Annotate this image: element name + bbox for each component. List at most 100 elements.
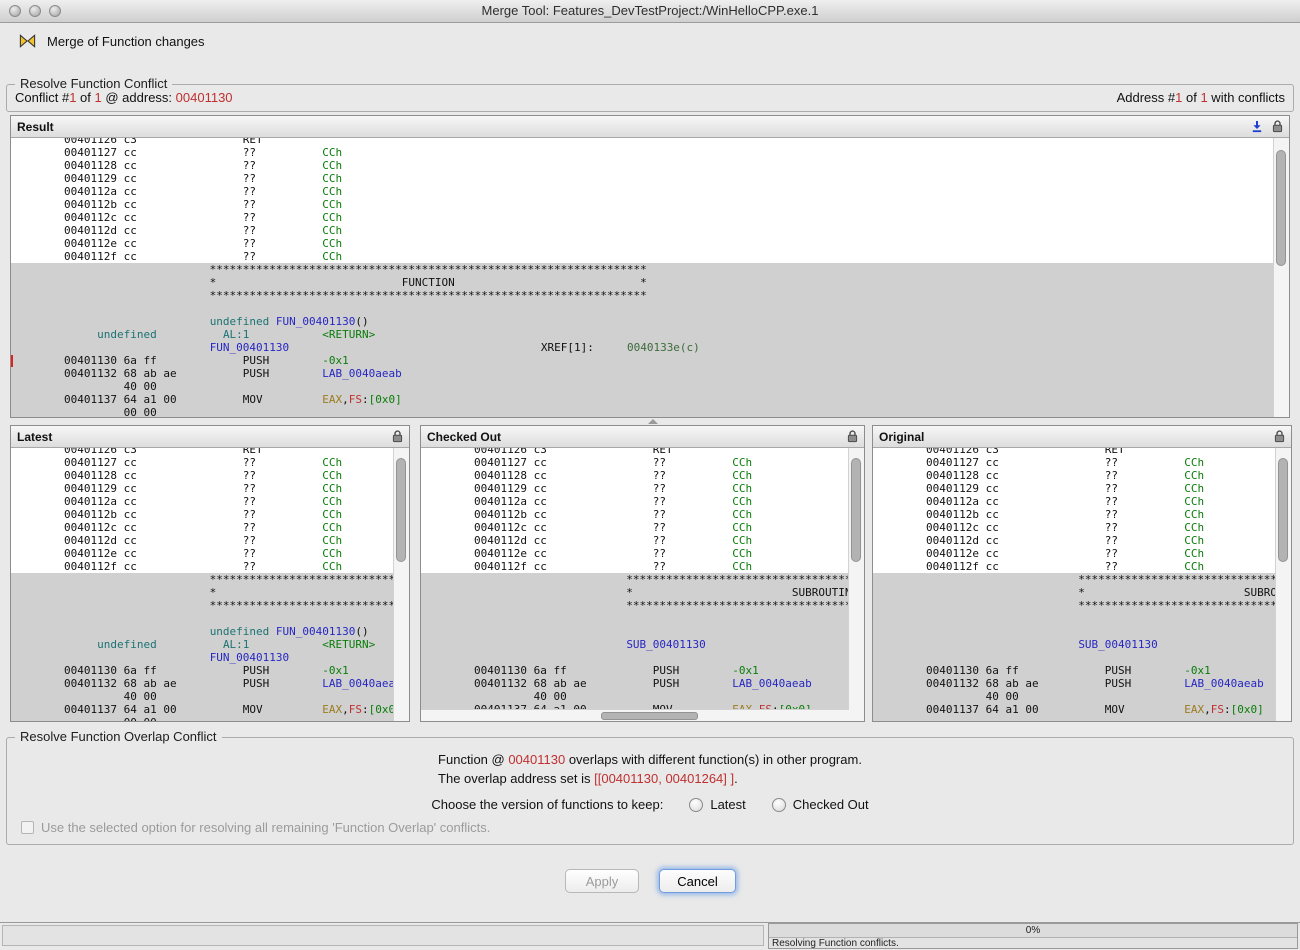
- listing-row[interactable]: ****************************************…: [11, 573, 409, 586]
- listing-row[interactable]: 00401128 cc ?? CCh: [11, 159, 1289, 172]
- listing-row[interactable]: 0040112d cc ?? CCh: [421, 534, 864, 547]
- listing-row[interactable]: 00401127 cc ?? CCh: [873, 456, 1291, 469]
- listing-row[interactable]: 0040112b cc ?? CCh: [11, 198, 1289, 211]
- listing-row[interactable]: 00401128 cc ?? CCh: [421, 469, 864, 482]
- listing-row[interactable]: undefined FUN_00401130(): [11, 315, 1289, 328]
- listing-row[interactable]: 40 00: [11, 380, 1289, 393]
- listing-row[interactable]: 0040112f cc ?? CCh: [11, 560, 409, 573]
- listing-row[interactable]: * FUNCTION *: [11, 586, 409, 599]
- listing-row[interactable]: [421, 625, 864, 638]
- listing-row[interactable]: 0040112e cc ?? CCh: [11, 547, 409, 560]
- listing-row[interactable]: 00401137 64 a1 00 MOV EAX,FS:[0x0]: [873, 703, 1291, 716]
- apply-to-result-icon[interactable]: [1251, 120, 1263, 133]
- horizontal-scrollbar[interactable]: [421, 709, 849, 721]
- listing-row[interactable]: undefined FUN_00401130(): [11, 625, 409, 638]
- listing-row[interactable]: ****************************************…: [873, 599, 1291, 612]
- listing-row[interactable]: 0040112f cc ?? CCh: [11, 250, 1289, 263]
- apply-button[interactable]: Apply: [565, 869, 639, 893]
- listing-row[interactable]: 0040112e cc ?? CCh: [421, 547, 864, 560]
- lock-icon[interactable]: [847, 430, 858, 443]
- listing-row[interactable]: 0040112b cc ?? CCh: [421, 508, 864, 521]
- vertical-scrollbar[interactable]: [1275, 448, 1291, 721]
- listing-row[interactable]: ****************************************…: [873, 573, 1291, 586]
- listing-row[interactable]: 0040112d cc ?? CCh: [11, 534, 409, 547]
- listing-row[interactable]: [11, 302, 1289, 315]
- listing-row[interactable]: 00401126 c3 RET: [421, 448, 864, 456]
- listing-row[interactable]: 00 00: [11, 716, 409, 721]
- listing-row[interactable]: 0040112c cc ?? CCh: [421, 521, 864, 534]
- cancel-button[interactable]: Cancel: [659, 869, 736, 893]
- listing-row[interactable]: undefined AL:1 <RETURN>: [11, 638, 409, 651]
- listing-row[interactable]: ****************************************…: [421, 573, 864, 586]
- listing-row[interactable]: 0040112a cc ?? CCh: [11, 495, 409, 508]
- listing-row[interactable]: 0040112f cc ?? CCh: [873, 560, 1291, 573]
- vertical-scrollbar[interactable]: [393, 448, 409, 721]
- listing-row[interactable]: 40 00: [873, 690, 1291, 703]
- listing-row[interactable]: [11, 612, 409, 625]
- scrollbar-thumb[interactable]: [396, 458, 406, 562]
- listing-row[interactable]: 00401130 6a ff PUSH -0x1: [421, 664, 864, 677]
- listing-row[interactable]: SUB_00401130: [873, 638, 1291, 651]
- listing-row[interactable]: [421, 651, 864, 664]
- listing-row[interactable]: ****************************************…: [11, 263, 1289, 276]
- listing-row[interactable]: 0040112c cc ?? CCh: [11, 211, 1289, 224]
- listing-row[interactable]: 00401126 c3 RET: [873, 448, 1291, 456]
- listing-row[interactable]: 00401132 68 ab ae PUSH LAB_0040aeab: [11, 677, 409, 690]
- use-for-all-checkbox[interactable]: [21, 821, 34, 834]
- radio-checked-out-label[interactable]: Checked Out: [793, 797, 869, 812]
- listing-row[interactable]: 0040112b cc ?? CCh: [873, 508, 1291, 521]
- listing-row[interactable]: 0040112d cc ?? CCh: [11, 224, 1289, 237]
- listing-row[interactable]: 0040112f cc ?? CCh: [421, 560, 864, 573]
- listing-row[interactable]: 00401129 cc ?? CCh: [11, 172, 1289, 185]
- vertical-scrollbar[interactable]: [1273, 138, 1289, 417]
- listing-row[interactable]: FUN_00401130 XREF[1]: 0040133e(c): [11, 341, 1289, 354]
- listing-row[interactable]: 00401129 cc ?? CCh: [11, 482, 409, 495]
- listing-row[interactable]: 00401137 64 a1 00 MOV EAX,FS:[0x0]: [11, 393, 1289, 406]
- listing-row[interactable]: undefined AL:1 <RETURN>: [11, 328, 1289, 341]
- listing-row[interactable]: 00401128 cc ?? CCh: [873, 469, 1291, 482]
- listing-row[interactable]: 00401130 6a ff PUSH -0x1: [11, 354, 1289, 367]
- listing-row[interactable]: ****************************************…: [421, 599, 864, 612]
- listing-row[interactable]: 00401129 cc ?? CCh: [421, 482, 864, 495]
- listing-row[interactable]: 0040112c cc ?? CCh: [11, 521, 409, 534]
- listing-row[interactable]: 0040112e cc ?? CCh: [11, 237, 1289, 250]
- listing-row[interactable]: 0040112d cc ?? CCh: [873, 534, 1291, 547]
- listing-row[interactable]: * SUBROUTINE *: [873, 586, 1291, 599]
- listing-row[interactable]: 00401126 c3 RET: [11, 138, 1289, 146]
- scrollbar-thumb[interactable]: [1278, 458, 1288, 562]
- listing-row[interactable]: 00401132 68 ab ae PUSH LAB_0040aeab: [421, 677, 864, 690]
- listing-row[interactable]: [873, 625, 1291, 638]
- listing-row[interactable]: 0040112c cc ?? CCh: [873, 521, 1291, 534]
- lock-icon[interactable]: [1272, 120, 1283, 133]
- scrollbar-thumb[interactable]: [601, 712, 698, 720]
- listing-row[interactable]: 00401126 c3 RET: [11, 448, 409, 456]
- radio-latest-label[interactable]: Latest: [710, 797, 745, 812]
- listing-row[interactable]: 00401132 68 ab ae PUSH LAB_0040aeab: [873, 677, 1291, 690]
- listing-row[interactable]: [421, 612, 864, 625]
- listing-row[interactable]: 0040112a cc ?? CCh: [421, 495, 864, 508]
- listing-row[interactable]: 00401137 64 a1 00 MOV EAX,FS:[0x0]: [11, 703, 409, 716]
- lock-icon[interactable]: [1274, 430, 1285, 443]
- lock-icon[interactable]: [392, 430, 403, 443]
- scrollbar-thumb[interactable]: [851, 458, 861, 562]
- listing-row[interactable]: FUN_00401130 XREF[1]: 0040133e(c): [11, 651, 409, 664]
- listing-row[interactable]: 00401127 cc ?? CCh: [11, 456, 409, 469]
- listing-row[interactable]: SUB_00401130: [421, 638, 864, 651]
- listing-row[interactable]: [873, 651, 1291, 664]
- listing-row[interactable]: 00401130 6a ff PUSH -0x1: [873, 664, 1291, 677]
- listing-row[interactable]: ****************************************…: [11, 289, 1289, 302]
- listing-row[interactable]: 40 00: [421, 690, 864, 703]
- listing-row[interactable]: [873, 612, 1291, 625]
- radio-checked-out[interactable]: [772, 798, 786, 812]
- listing-row[interactable]: 00401127 cc ?? CCh: [421, 456, 864, 469]
- listing-row[interactable]: 0040112b cc ?? CCh: [11, 508, 409, 521]
- listing-row[interactable]: 00401132 68 ab ae PUSH LAB_0040aeab: [11, 367, 1289, 380]
- listing-row[interactable]: * FUNCTION *: [11, 276, 1289, 289]
- listing-row[interactable]: 00401127 cc ?? CCh: [11, 146, 1289, 159]
- listing-row[interactable]: 40 00: [11, 690, 409, 703]
- listing-row[interactable]: 0040112a cc ?? CCh: [11, 185, 1289, 198]
- listing-row[interactable]: * SUBROUTINE *: [421, 586, 864, 599]
- splitter-handle[interactable]: [648, 419, 658, 424]
- listing-row[interactable]: 00401128 cc ?? CCh: [11, 469, 409, 482]
- vertical-scrollbar[interactable]: [848, 448, 864, 721]
